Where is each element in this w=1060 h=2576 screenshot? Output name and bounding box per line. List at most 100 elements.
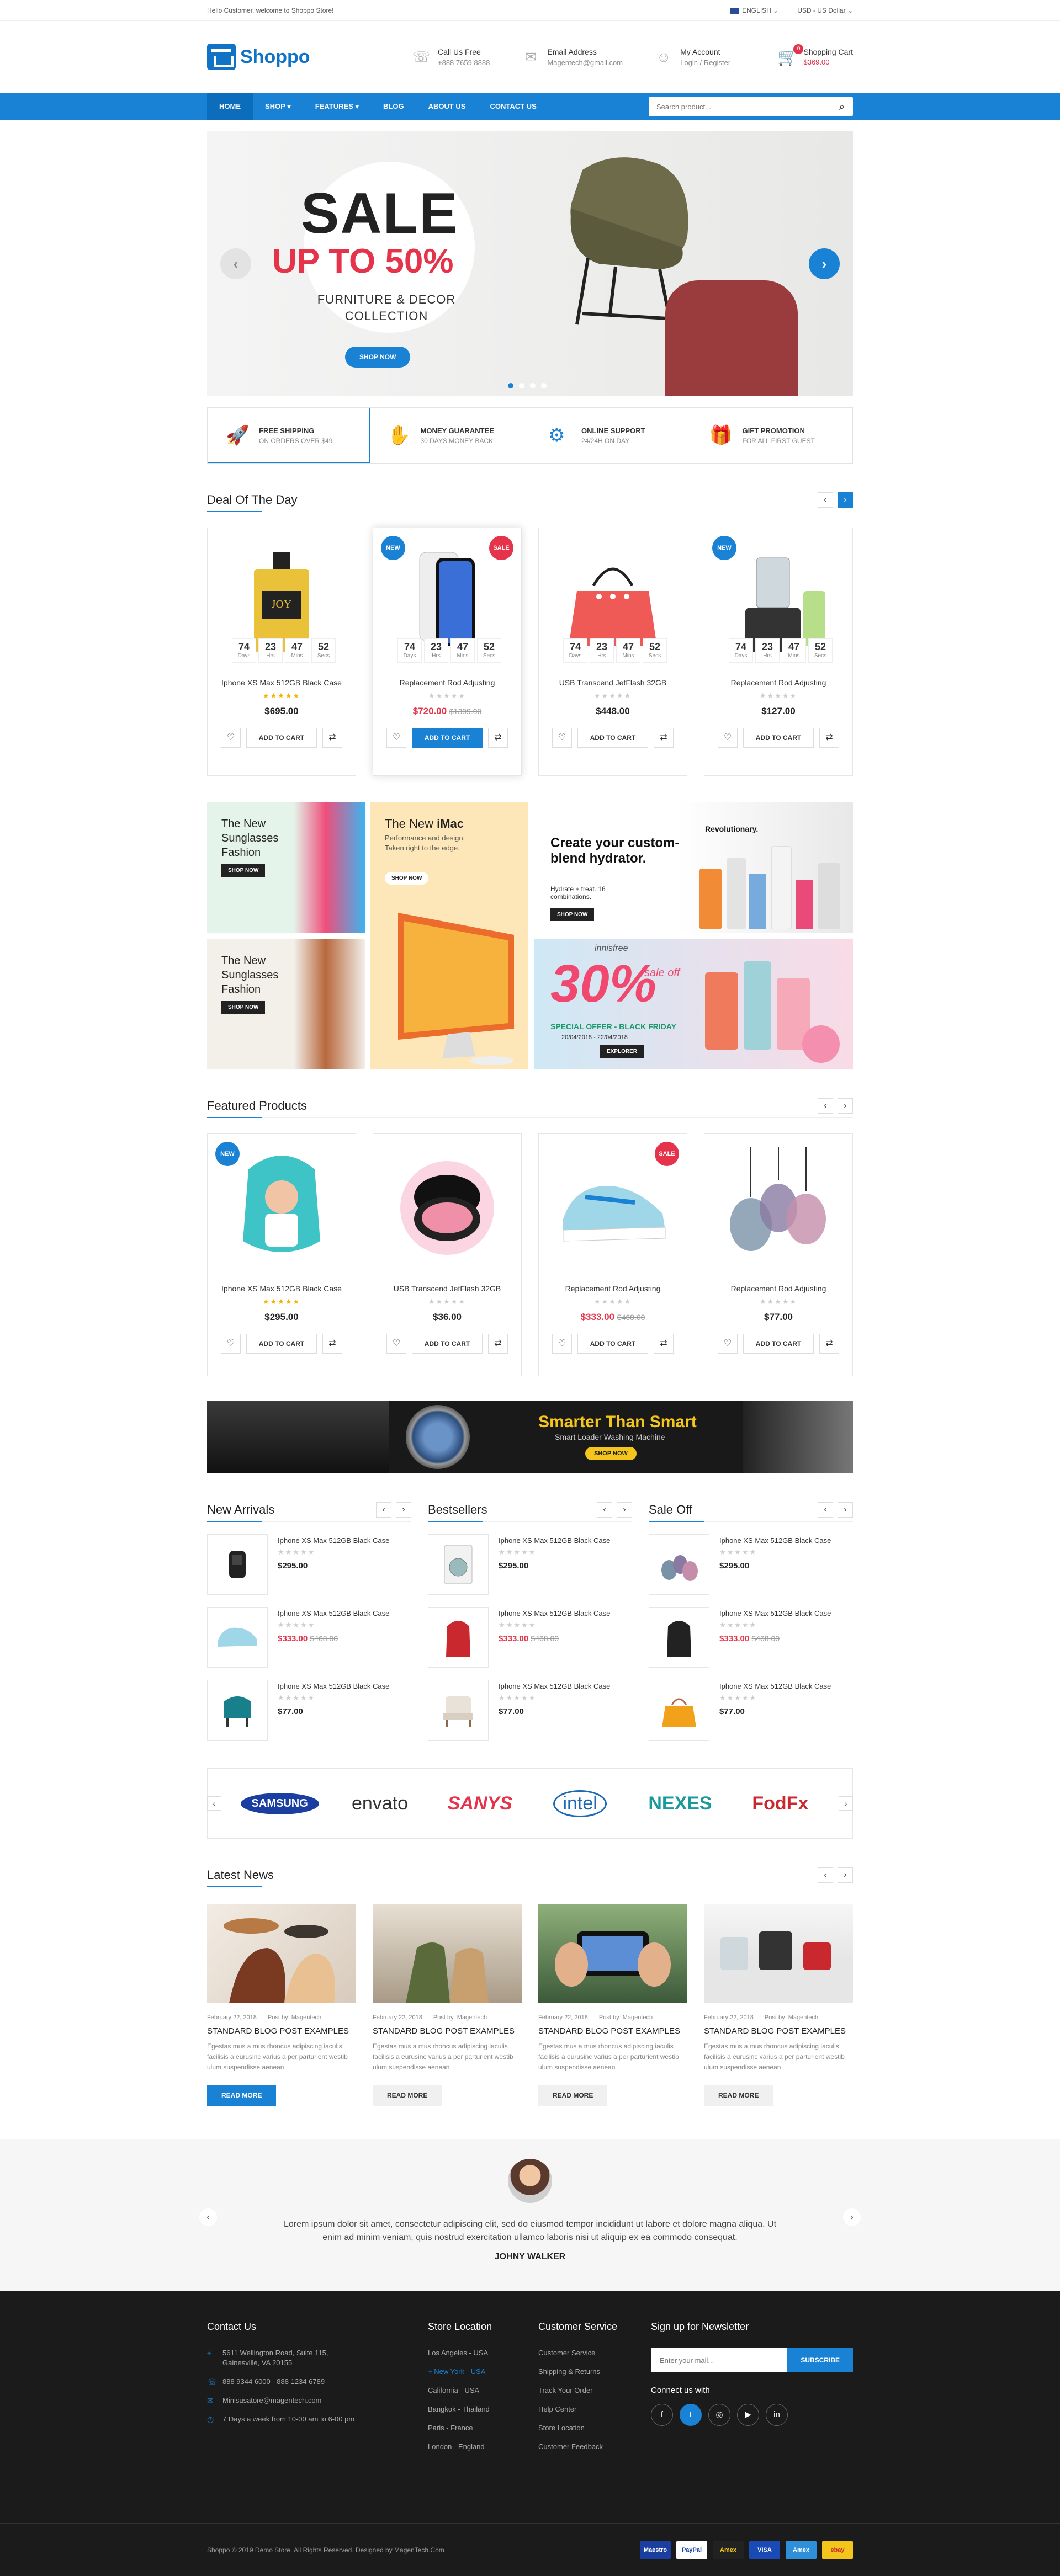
news-image[interactable] [538, 1904, 687, 2003]
compare-icon[interactable]: ⇄ [819, 728, 839, 748]
product-name[interactable]: Iphone XS Max 512GB Black Case [719, 1682, 831, 1690]
list-prev-button[interactable]: ‹ [818, 1502, 833, 1518]
list-item[interactable]: Iphone XS Max 512GB Black Case ★★★★★ $77.0… [649, 1680, 853, 1741]
product-name[interactable]: Iphone XS Max 512GB Black Case [719, 1609, 831, 1617]
deal-next-button[interactable]: › [838, 492, 853, 508]
add-to-cart-button[interactable]: ADD TO CART [412, 728, 483, 748]
product-card[interactable]: NEW 74 Days 23 Hrs 47 Mins 52 Secs Replaceme… [704, 528, 853, 776]
wishlist-heart-icon[interactable]: ♡ [552, 1334, 572, 1354]
add-to-cart-button[interactable]: ADD TO CART [412, 1334, 483, 1354]
news-title[interactable]: STANDARD BLOG POST EXAMPLES [373, 2026, 522, 2036]
news-title[interactable]: STANDARD BLOG POST EXAMPLES [704, 2026, 853, 2036]
list-item[interactable]: Iphone XS Max 512GB Black Case ★★★★★ $295.… [649, 1534, 853, 1595]
store-link[interactable]: Los Angeles - USA [428, 2348, 538, 2358]
store-link[interactable]: California - USA [428, 2386, 538, 2396]
add-to-cart-button[interactable]: ADD TO CART [743, 1334, 814, 1354]
product-card[interactable]: NEW SALE 74 Days 23 Hrs 47 Mins 52 Secs Repl… [373, 528, 522, 776]
banner-shop-now-button[interactable]: SHOP NOW [385, 872, 429, 885]
testimonial-next-button[interactable]: › [843, 2208, 861, 2226]
compare-icon[interactable]: ⇄ [654, 728, 674, 748]
innisfree-banner[interactable]: innisfree 30% sale off SPECIAL OFFER - B… [534, 939, 853, 1069]
instagram-icon[interactable]: ◎ [708, 2404, 730, 2426]
bag-banner[interactable]: The New Sunglasses Fashion SHOP NOW [207, 939, 365, 1069]
product-name[interactable]: Iphone XS Max 512GB Black Case [278, 1609, 389, 1617]
list-prev-button[interactable]: ‹ [376, 1502, 391, 1518]
product-name[interactable]: Iphone XS Max 512GB Black Case [278, 1536, 389, 1545]
nav-shop[interactable]: SHOP ▾ [253, 93, 303, 120]
hero-shop-now-button[interactable]: SHOP NOW [345, 347, 411, 368]
product-name[interactable]: Iphone XS Max 512GB Black Case [499, 1682, 610, 1690]
news-next-button[interactable]: › [838, 1867, 853, 1883]
slider-next-button[interactable]: › [809, 248, 840, 279]
product-name[interactable]: USB Transcend JetFlash 32GB [547, 678, 679, 687]
product-name[interactable]: Iphone XS Max 512GB Black Case [215, 1284, 348, 1293]
slider-dot[interactable] [541, 383, 547, 388]
linkedin-icon[interactable]: in [766, 2404, 788, 2426]
service-link[interactable]: Customer Service [538, 2348, 651, 2358]
deal-prev-button[interactable]: ‹ [818, 492, 833, 508]
brand-logo-sanys[interactable]: SANYS [430, 1776, 530, 1831]
wishlist-heart-icon[interactable]: ♡ [718, 1334, 738, 1354]
wishlist-heart-icon[interactable]: ♡ [386, 728, 406, 748]
list-item[interactable]: Iphone XS Max 512GB Black Case ★★★★★ $295.… [207, 1534, 411, 1595]
news-title[interactable]: STANDARD BLOG POST EXAMPLES [207, 2026, 356, 2036]
service-link[interactable]: Customer Feedback [538, 2442, 651, 2452]
list-next-button[interactable]: › [617, 1502, 632, 1518]
service-link[interactable]: Shipping & Returns [538, 2367, 651, 2377]
news-prev-button[interactable]: ‹ [818, 1867, 833, 1883]
product-name[interactable]: Iphone XS Max 512GB Black Case [499, 1609, 610, 1617]
nav-blog[interactable]: BLOG [371, 93, 416, 120]
product-name[interactable]: Iphone XS Max 512GB Black Case [215, 678, 348, 687]
brand-logo-nexes[interactable]: NEXES [630, 1776, 730, 1831]
compare-icon[interactable]: ⇄ [654, 1334, 674, 1354]
compare-icon[interactable]: ⇄ [488, 728, 508, 748]
account-link[interactable]: ☺ My Account Login / Register [654, 47, 730, 67]
product-card[interactable]: NEW Iphone XS Max 512GB Black Case ★★★★★… [207, 1133, 356, 1376]
list-next-button[interactable]: › [838, 1502, 853, 1518]
product-card[interactable]: 74 Days 23 Hrs 47 Mins 52 Secs USB Transcend… [538, 528, 687, 776]
add-to-cart-button[interactable]: ADD TO CART [246, 1334, 317, 1354]
search-input[interactable] [649, 97, 831, 116]
compare-icon[interactable]: ⇄ [488, 1334, 508, 1354]
store-link[interactable]: Bangkok - Thailand [428, 2404, 538, 2414]
slider-dot[interactable] [508, 383, 513, 388]
currency-selector[interactable]: USD - US Dollar ⌄ [797, 7, 853, 14]
product-card[interactable]: Replacement Rod Adjusting ★★★★★ $77.00 ♡… [704, 1133, 853, 1376]
banner-shop-now-button[interactable]: SHOP NOW [221, 1001, 266, 1014]
product-name[interactable]: Iphone XS Max 512GB Black Case [499, 1536, 610, 1545]
featured-next-button[interactable]: › [838, 1098, 853, 1114]
banner-shop-now-button[interactable]: SHOP NOW [550, 908, 595, 921]
store-link[interactable]: + New York - USA [428, 2367, 538, 2377]
wishlist-heart-icon[interactable]: ♡ [552, 728, 572, 748]
wishlist-heart-icon[interactable]: ♡ [221, 1334, 241, 1354]
banner-shop-now-button[interactable]: SHOP NOW [221, 864, 266, 877]
list-item[interactable]: Iphone XS Max 512GB Black Case ★★★★★ $77.0… [207, 1680, 411, 1741]
compare-icon[interactable]: ⇄ [322, 1334, 342, 1354]
brand-logo-intel[interactable]: intel [530, 1776, 630, 1831]
store-link[interactable]: Paris - France [428, 2423, 538, 2433]
brand-logo-samsung[interactable]: SAMSUNG [230, 1776, 330, 1831]
list-item[interactable]: Iphone XS Max 512GB Black Case ★★★★★ $333.… [428, 1607, 632, 1668]
product-name[interactable]: USB Transcend JetFlash 32GB [381, 1284, 513, 1293]
news-image[interactable] [704, 1904, 853, 2003]
twitter-icon[interactable]: t [680, 2404, 702, 2426]
appliance-shop-now-button[interactable]: SHOP NOW [585, 1447, 637, 1460]
service-link[interactable]: Help Center [538, 2404, 651, 2414]
product-name[interactable]: Replacement Rod Adjusting [712, 1284, 845, 1293]
read-more-button[interactable]: READ MORE [538, 2085, 608, 2106]
news-image[interactable] [207, 1904, 356, 2003]
washing-machine-banner[interactable]: Smarter Than Smart Smart Loader Washing … [207, 1401, 853, 1473]
slider-dot[interactable] [530, 383, 536, 388]
search-icon[interactable]: ⌕ [831, 101, 853, 113]
compare-icon[interactable]: ⇄ [819, 1334, 839, 1354]
testimonial-prev-button[interactable]: ‹ [199, 2208, 217, 2226]
product-name[interactable]: Iphone XS Max 512GB Black Case [278, 1682, 389, 1690]
product-name[interactable]: Replacement Rod Adjusting [381, 678, 513, 687]
read-more-button[interactable]: READ MORE [373, 2085, 442, 2106]
wishlist-heart-icon[interactable]: ♡ [386, 1334, 406, 1354]
add-to-cart-button[interactable]: ADD TO CART [577, 728, 648, 748]
read-more-button[interactable]: READ MORE [704, 2085, 773, 2106]
logo[interactable]: Shoppo [207, 44, 411, 70]
list-item[interactable]: Iphone XS Max 512GB Black Case ★★★★★ $333.… [649, 1607, 853, 1668]
slider-prev-button[interactable]: ‹ [220, 248, 251, 279]
